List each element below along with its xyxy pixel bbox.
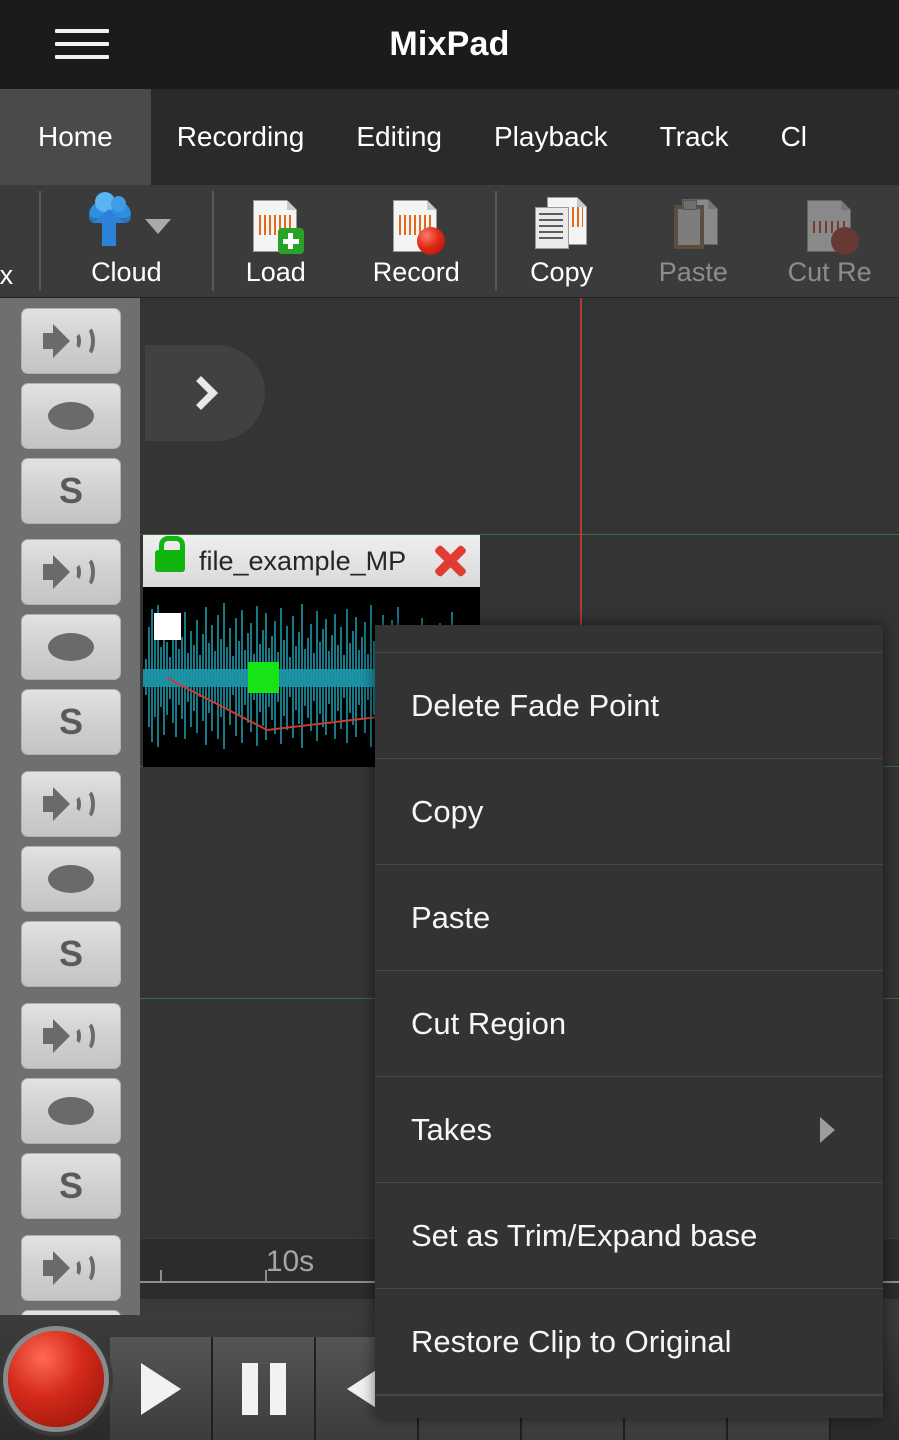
toolbar-label-clipped: x <box>0 262 13 289</box>
speaker-icon <box>43 787 99 821</box>
tab-track[interactable]: Track <box>634 89 755 185</box>
tab-bar: Home Recording Editing Playback Track Cl <box>0 89 899 185</box>
track-controls-4: S <box>21 1003 121 1228</box>
chevron-right-icon <box>184 376 218 410</box>
toolbar-item-paste[interactable]: Paste <box>626 185 760 297</box>
track-solo-label: S <box>59 1168 83 1204</box>
submenu-arrow-icon <box>820 1117 835 1143</box>
track-mute-button[interactable] <box>21 539 121 605</box>
menu-item-set-trim-expand-base[interactable]: Set as Trim/Expand base <box>375 1183 883 1289</box>
ribbon-toolbar: x Cloud <box>0 185 899 298</box>
unlock-icon[interactable] <box>155 550 185 572</box>
toolbar-item-cloud[interactable]: Cloud <box>41 185 212 297</box>
menu-item-takes[interactable]: Takes <box>375 1077 883 1183</box>
clip-header[interactable]: file_example_MP <box>143 535 480 587</box>
menu-item-restore-clip-to-original[interactable]: Restore Clip to Original <box>375 1289 883 1395</box>
tab-playback[interactable]: Playback <box>468 89 634 185</box>
toolbar-item-cut-region[interactable]: Cut Re <box>760 185 899 297</box>
menu-item-delete-fade-point[interactable]: Delete Fade Point <box>375 653 883 759</box>
paste-icon <box>664 195 722 257</box>
toolbar-label-cloud: Cloud <box>91 259 162 286</box>
track-controls-2: S <box>21 539 121 764</box>
track-solo-button[interactable]: S <box>21 921 121 987</box>
record-dot-icon <box>48 865 94 893</box>
record-dot-icon <box>48 402 94 430</box>
fade-handle-start[interactable] <box>154 613 181 640</box>
track-mute-button[interactable] <box>21 308 121 374</box>
track-controls-3: S <box>21 771 121 996</box>
tab-recording[interactable]: Recording <box>151 89 331 185</box>
record-dot-icon <box>48 633 94 661</box>
track-mute-button[interactable] <box>21 1003 121 1069</box>
close-icon[interactable] <box>432 543 468 579</box>
track-mute-button[interactable] <box>21 1235 121 1301</box>
load-file-icon <box>247 195 305 257</box>
toolbar-item-copy[interactable]: Copy <box>497 185 626 297</box>
app-root: MixPad Home Recording Editing Playback T… <box>0 0 899 1440</box>
record-icon <box>8 1331 104 1427</box>
app-title: MixPad <box>0 0 899 89</box>
context-menu-footer <box>375 1395 883 1417</box>
record-file-icon <box>387 195 445 257</box>
track-arm-button[interactable] <box>21 383 121 449</box>
menu-item-takes-label: Takes <box>411 1112 492 1148</box>
context-menu-header <box>375 625 883 653</box>
expand-track-button[interactable] <box>145 345 265 441</box>
track-solo-label: S <box>59 936 83 972</box>
track-arm-button[interactable] <box>21 1078 121 1144</box>
track-controls-1: S <box>21 308 121 533</box>
toolbar-label-copy: Copy <box>530 259 593 286</box>
toolbar-item-record[interactable]: Record <box>338 185 495 297</box>
play-button[interactable] <box>110 1337 213 1440</box>
tab-clip[interactable]: Cl <box>755 89 833 185</box>
menu-item-copy[interactable]: Copy <box>375 759 883 865</box>
speaker-icon <box>43 555 99 589</box>
toolbar-item-load[interactable]: Load <box>214 185 338 297</box>
toolbar-label-paste: Paste <box>659 259 728 286</box>
track-solo-button[interactable]: S <box>21 458 121 524</box>
track-mute-button[interactable] <box>21 771 121 837</box>
fade-point-handle[interactable] <box>248 662 279 693</box>
track-solo-label: S <box>59 704 83 740</box>
cloud-upload-icon <box>81 195 171 257</box>
chevron-down-icon[interactable] <box>145 219 171 234</box>
toolbar-label-cut-region: Cut Re <box>788 259 872 286</box>
track-solo-button[interactable]: S <box>21 1153 121 1219</box>
toolbar-item-clipped[interactable]: x <box>0 185 39 297</box>
toolbar-label-load: Load <box>246 259 306 286</box>
record-button[interactable] <box>2 1320 110 1438</box>
ruler-label-10s: 10s <box>266 1245 314 1279</box>
copy-icon <box>533 195 591 257</box>
clip-title: file_example_MP <box>199 546 432 577</box>
track-arm-button[interactable] <box>21 614 121 680</box>
tab-editing[interactable]: Editing <box>330 89 468 185</box>
title-bar: MixPad <box>0 0 899 89</box>
track-arm-button[interactable] <box>21 846 121 912</box>
speaker-icon <box>43 1251 99 1285</box>
speaker-icon <box>43 324 99 358</box>
play-icon <box>141 1363 181 1415</box>
track-solo-label: S <box>59 473 83 509</box>
context-menu[interactable]: Delete Fade Point Copy Paste Cut Region … <box>375 625 883 1418</box>
cut-region-icon <box>801 195 859 257</box>
record-dot-icon <box>48 1097 94 1125</box>
speaker-icon <box>43 1019 99 1053</box>
tab-home[interactable]: Home <box>0 89 151 185</box>
pause-button[interactable] <box>213 1337 316 1440</box>
toolbar-label-record: Record <box>373 259 460 286</box>
menu-item-paste[interactable]: Paste <box>375 865 883 971</box>
track-control-panel: S S <box>0 298 140 1440</box>
track-solo-button[interactable]: S <box>21 689 121 755</box>
pause-icon <box>242 1363 286 1415</box>
menu-item-cut-region[interactable]: Cut Region <box>375 971 883 1077</box>
